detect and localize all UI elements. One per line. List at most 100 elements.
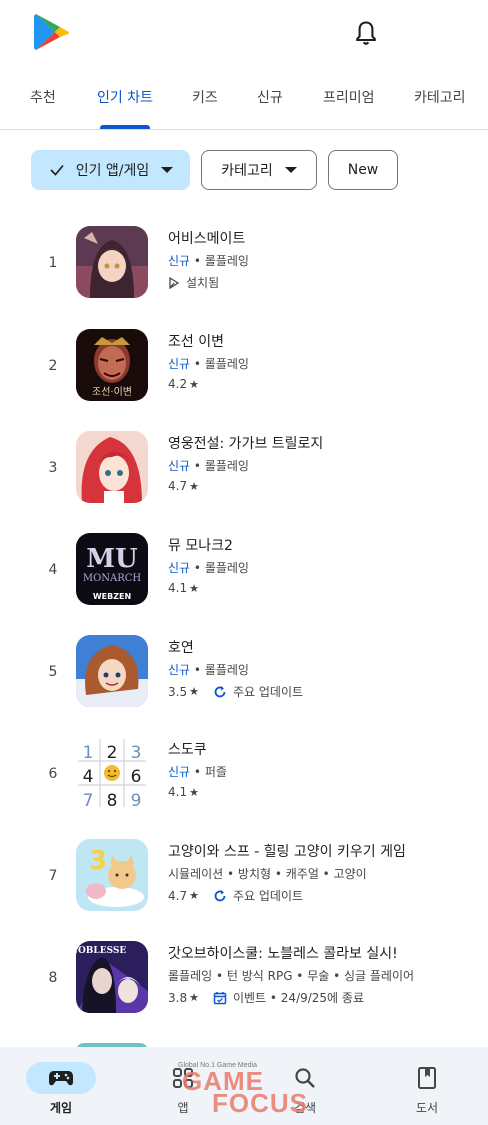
gamepad-icon: [49, 1071, 73, 1086]
rating-value: 4.7: [168, 479, 188, 493]
app-list-item[interactable]: 1 어비스메이트 신규 • 롤플레잉 설치됨: [0, 218, 488, 318]
rating: 4.1 ★: [168, 581, 199, 595]
star-icon: ★: [189, 377, 199, 391]
update-badge: 주요 업데이트: [232, 685, 304, 699]
app-genre: 롤플레잉 • 턴 방식 RPG • 무술 • 싱글 플레이어: [168, 969, 415, 983]
category-dropdown[interactable]: 카테고리: [201, 150, 317, 190]
star-icon: ★: [189, 581, 199, 595]
app-genre: 롤플레잉: [204, 663, 249, 677]
app-meta: 시뮬레이션 • 방치형 • 캐주얼 • 고양이: [168, 865, 367, 882]
rating-value: 4.1: [168, 785, 188, 799]
tab-categories[interactable]: 카테고리: [414, 87, 466, 107]
rank-number: 7: [48, 868, 58, 884]
update-icon: [214, 889, 226, 901]
nav-books-indicator: [392, 1062, 462, 1094]
app4-icon-mu: MU: [86, 544, 138, 574]
sudoku-cell: 8: [107, 791, 118, 809]
rating: 4.7 ★: [168, 479, 199, 493]
new-filter-chip[interactable]: New: [328, 150, 398, 190]
app-name: 영웅전설: 가가브 트릴로지: [168, 436, 324, 452]
rank-number: 3: [48, 460, 58, 476]
new-label: 신규: [168, 254, 191, 268]
tab-premium[interactable]: 프리미엄: [323, 87, 375, 107]
app-meta: 신규 • 롤플레잉: [168, 254, 249, 268]
rating-and-badge: 3.5 ★ 주요 업데이트: [168, 683, 303, 700]
rank-number: 2: [48, 358, 58, 374]
sudoku-cell: 2: [107, 743, 118, 763]
top-bar: [0, 0, 488, 70]
app-meta: 신규 • 롤플레잉: [168, 663, 249, 677]
new-label: 신규: [168, 459, 191, 473]
tab-new[interactable]: 신규: [257, 87, 283, 107]
calendar-check-icon: [213, 991, 227, 1004]
app-genre: 롤플레잉: [204, 561, 249, 575]
app2-icon-title: 조선·이변: [92, 386, 132, 398]
new-label: 신규: [168, 357, 191, 371]
installed-label: 설치됨: [186, 276, 220, 290]
sudoku-cell: 3: [131, 743, 142, 763]
app-icon: 조선·이변: [76, 329, 148, 401]
nav-games-label: 게임: [49, 1101, 73, 1115]
bell-icon[interactable]: [352, 18, 380, 48]
rating-value: 4.2: [168, 377, 188, 391]
nav-games-indicator: [26, 1062, 96, 1094]
category-tabs: 추천 인기 차트 키즈 신규 프리미엄 카테고리: [0, 70, 488, 130]
rating-value: 3.5: [168, 684, 188, 699]
check-icon: [50, 164, 64, 176]
watermark-line2: FOCUS: [212, 1088, 308, 1118]
app-meta: 신규 • 롤플레잉: [168, 459, 249, 473]
app-list-item[interactable]: 3 영웅전설: 가가브 트릴로지 신규 • 롤플레잉 4.7 ★: [0, 423, 488, 523]
rating: 4.1 ★: [168, 785, 199, 799]
app4-icon-monarch: MONARCH: [83, 573, 142, 584]
dropdown-caret-icon: [161, 167, 174, 173]
sudoku-cell: 1: [83, 743, 94, 763]
app-name: 갓오브하이스쿨: 노블레스 콜라보 실시!: [168, 946, 398, 962]
app-list-item[interactable]: 8 NOBLESSE 갓오브하이스쿨: 노블레스 콜라보 실시! 롤플레잉 • …: [0, 933, 488, 1033]
new-label: 신규: [168, 561, 191, 575]
new-filter-label: New: [347, 162, 379, 178]
google-play-logo[interactable]: [33, 12, 71, 52]
rating-and-badge: 3.8 ★ 이벤트 • 24/9/25에 종료: [168, 989, 364, 1006]
chart-type-label: 인기 앱/게임: [75, 163, 150, 179]
star-icon: ★: [189, 479, 199, 493]
app-list-item[interactable]: 7 3 고양이와 스프 - 힐링 고양이 키우기 게임 시뮬레이션 • 방치형 …: [0, 831, 488, 931]
app-icon: [76, 635, 148, 707]
app-meta: 신규 • 롤플레잉: [168, 561, 249, 575]
nav-games[interactable]: 게임: [21, 1047, 101, 1125]
app-name: 호연: [168, 640, 194, 656]
app-meta: 롤플레잉 • 턴 방식 RPG • 무술 • 싱글 플레이어: [168, 967, 414, 984]
app-genre: 롤플레잉: [204, 459, 249, 473]
app-genre: 시뮬레이션 • 방치형 • 캐주얼 • 고양이: [168, 867, 367, 881]
app-list-item[interactable]: 4 MU MONARCH WEBZEN 뮤 모나크2 신규 • 롤플레잉 4.1…: [0, 525, 488, 625]
update-icon: [214, 685, 226, 697]
app-icon: 1 2 3 4 6 7 8 9: [76, 737, 148, 809]
rating: 4.2 ★: [168, 377, 199, 391]
rank-number: 8: [48, 970, 58, 986]
sudoku-cell: 6: [131, 767, 142, 787]
rank-number: 1: [48, 255, 58, 271]
app-list-item[interactable]: 6 1 2 3 4 6 7 8 9 스도쿠 신규 • 퍼즐 4.1 ★: [0, 729, 488, 829]
app-list-item[interactable]: 5 호연 신규 • 롤플레잉 3.5 ★ 주요 업데이트: [0, 627, 488, 727]
nav-books-label: 도서: [415, 1101, 439, 1115]
tab-kids[interactable]: 키즈: [192, 87, 218, 107]
app8-icon-logo: NOBLESSE: [76, 946, 126, 956]
nav-books[interactable]: 도서: [387, 1047, 467, 1125]
chart-type-dropdown[interactable]: 인기 앱/게임: [31, 150, 190, 190]
category-label: 카테고리: [221, 163, 273, 179]
tab-top-charts[interactable]: 인기 차트: [97, 87, 153, 107]
watermark-logo: Global No.1 Game Media GAME FOCUS: [172, 1060, 322, 1120]
new-label: 신규: [168, 765, 191, 779]
app7-icon-number: 3: [89, 846, 107, 876]
book-icon: [418, 1067, 436, 1089]
update-badge: 주요 업데이트: [232, 889, 304, 903]
app-icon: [76, 431, 148, 503]
star-icon: ★: [189, 889, 199, 902]
star-icon: ★: [189, 785, 199, 799]
app-name: 스도쿠: [168, 742, 207, 758]
rank-number: 4: [48, 562, 58, 578]
installed-icon: [169, 276, 180, 289]
app-list-item[interactable]: 2 조선·이변 조선 이변 신규 • 롤플레잉 4.2 ★: [0, 321, 488, 421]
app-icon: NOBLESSE: [76, 941, 148, 1013]
app-genre: 롤플레잉: [204, 357, 249, 371]
tab-recommended[interactable]: 추천: [30, 87, 56, 107]
